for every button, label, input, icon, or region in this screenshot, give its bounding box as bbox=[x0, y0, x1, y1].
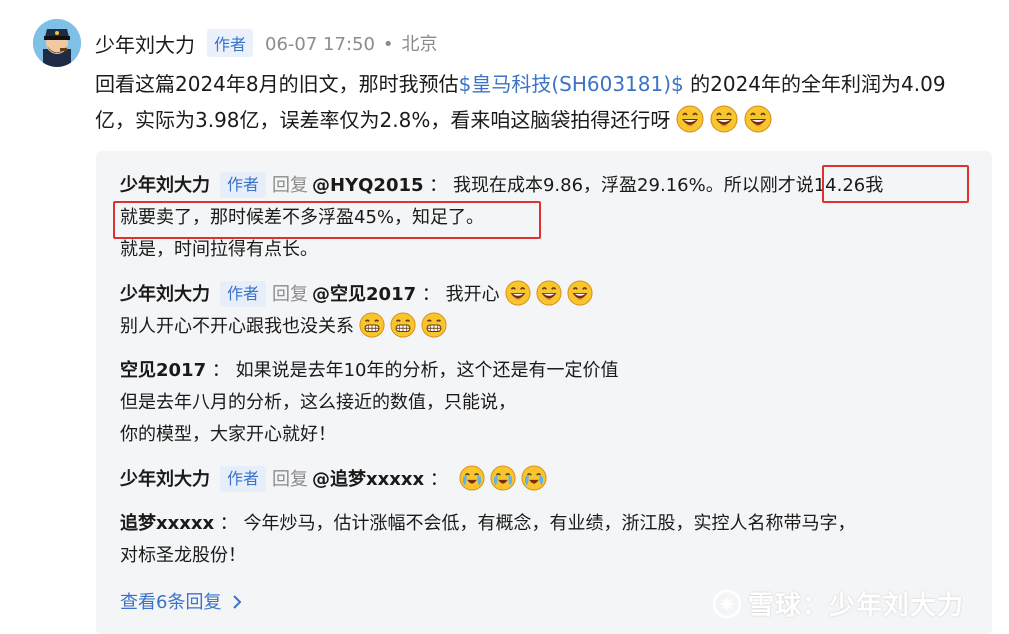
reply-label: 回复 bbox=[272, 284, 309, 305]
author-badge: 作者 bbox=[220, 281, 267, 307]
colon: ： bbox=[421, 284, 440, 305]
grin-emoji-icon bbox=[390, 312, 416, 338]
reply-text: 别人开心不开心跟我也没关系 bbox=[120, 316, 354, 337]
laugh-emoji-icon bbox=[710, 105, 738, 133]
highlight-text-1: 刚才说14.26我 bbox=[759, 175, 884, 196]
reply-author[interactable]: 少年刘大力 bbox=[120, 175, 210, 196]
grin-emoji-icon bbox=[421, 312, 447, 338]
reply-text: 就是，时间拉得有点长。 bbox=[120, 239, 318, 260]
view-more-replies-link[interactable]: 查看6条回复 bbox=[120, 588, 243, 614]
reply-item: 少年刘大力 作者 回复 @空见2017 ： 我开心 别人开心不开心跟我也没关系 bbox=[120, 279, 978, 343]
post-header: 少年刘大力 作者 06-07 17:50 • 北京 bbox=[95, 28, 438, 58]
reply-author[interactable]: 少年刘大力 bbox=[120, 284, 210, 305]
reply-text: 你的模型，大家开心就好！ bbox=[120, 424, 336, 445]
reply-author[interactable]: 少年刘大力 bbox=[120, 469, 210, 490]
captain-avatar-icon bbox=[33, 19, 81, 67]
stock-link[interactable]: $皇马科技(SH603181)$ bbox=[459, 72, 684, 96]
mention[interactable]: @HYQ2015 bbox=[312, 175, 424, 196]
reply-label: 回复 bbox=[272, 175, 309, 196]
reply-item: 追梦xxxxx ： 今年炒马，估计涨幅不会低，有概念，有业绩，浙江股，实控人名称… bbox=[120, 508, 978, 572]
reply-label: 回复 bbox=[272, 469, 309, 490]
colon: ： bbox=[219, 513, 238, 534]
author-badge: 作者 bbox=[220, 172, 267, 198]
mention[interactable]: @空见2017 bbox=[312, 284, 416, 305]
laugh-emoji-icon bbox=[676, 105, 704, 133]
reply-author[interactable]: 空见2017 bbox=[120, 360, 206, 381]
snowball-logo-icon bbox=[712, 589, 742, 618]
meta-dot: • bbox=[382, 34, 394, 55]
colon: ： bbox=[429, 175, 448, 196]
grin-emoji-icon bbox=[359, 312, 385, 338]
reply-text: 但是去年八月的分析，这么接近的数值，只能说， bbox=[120, 392, 516, 413]
reply-item: 少年刘大力 作者 回复 @HYQ2015 ： 我现在成本9.86，浮盈29.16%。所… bbox=[120, 170, 978, 266]
cry-laugh-emoji-icon bbox=[490, 465, 516, 491]
highlight-text-2: 就要卖了，那时候差不多浮盈45%，知足了。 bbox=[120, 207, 485, 228]
post-location: 北京 bbox=[401, 34, 438, 55]
laugh-emoji-icon bbox=[567, 280, 593, 306]
post-body: 回看这篇2024年8月的旧文，那时我预估$皇马科技(SH603181)$ 的20… bbox=[95, 66, 985, 138]
reply-author[interactable]: 追梦xxxxx bbox=[120, 513, 214, 534]
reply-text: 如果说是去年10年的分析，这个还是有一定价值 bbox=[235, 360, 619, 381]
author-badge: 作者 bbox=[207, 29, 254, 57]
post-text-before: 回看这篇2024年8月的旧文，那时我预估 bbox=[95, 72, 459, 96]
avatar[interactable] bbox=[33, 19, 81, 67]
post-meta: 06-07 17:50 • 北京 bbox=[265, 30, 438, 56]
view-more-label: 查看6条回复 bbox=[120, 592, 222, 613]
reply-text: 我现在成本9.86，浮盈29.16%。所以 bbox=[452, 175, 760, 196]
laugh-emoji-icon bbox=[505, 280, 531, 306]
laugh-emoji-icon bbox=[536, 280, 562, 306]
reply-item: 空见2017 ： 如果说是去年10年的分析，这个还是有一定价值 但是去年八月的分… bbox=[120, 355, 978, 451]
cry-laugh-emoji-icon bbox=[521, 465, 547, 491]
colon: ： bbox=[211, 360, 230, 381]
watermark: 雪球：少年刘大力 bbox=[712, 585, 964, 622]
reply-text: 对标圣龙股份！ bbox=[120, 545, 246, 566]
author-badge: 作者 bbox=[220, 466, 267, 492]
author-name[interactable]: 少年刘大力 bbox=[95, 29, 195, 58]
chevron-right-icon bbox=[233, 595, 242, 609]
laugh-emoji-icon bbox=[744, 105, 772, 133]
reply-text: 今年炒马，估计涨幅不会低，有概念，有业绩，浙江股，实控人名称带马字， bbox=[243, 513, 856, 534]
reply-item: 少年刘大力 作者 回复 @追梦xxxxx ： bbox=[120, 464, 978, 496]
reply-section: 少年刘大力 作者 回复 @HYQ2015 ： 我现在成本9.86，浮盈29.16%。所… bbox=[96, 151, 992, 634]
reply-text: 我开心 bbox=[445, 284, 500, 305]
watermark-text: 雪球：少年刘大力 bbox=[748, 591, 965, 621]
mention[interactable]: @追梦xxxxx bbox=[312, 469, 424, 490]
colon: ： bbox=[429, 469, 448, 490]
post-time: 06-07 17:50 bbox=[265, 34, 375, 55]
cry-laugh-emoji-icon bbox=[459, 465, 485, 491]
